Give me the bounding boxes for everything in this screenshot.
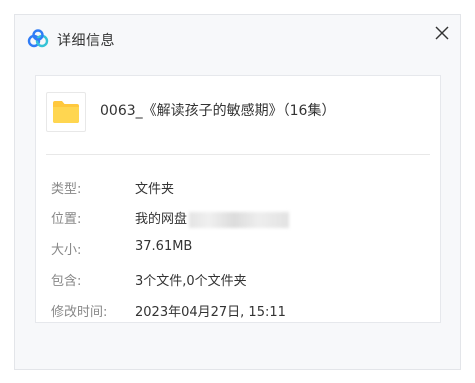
dialog-titlebar: 详细信息 (15, 15, 460, 63)
divider (46, 154, 430, 155)
contains-label: 包含: (51, 274, 82, 289)
size-value: 37.61MB (135, 239, 193, 254)
redacted-path-block (189, 211, 290, 228)
close-icon[interactable] (432, 23, 452, 43)
baidu-netdisk-logo-icon (27, 29, 49, 48)
location-value-wrap: 我的网盘 (135, 208, 290, 228)
type-value: 文件夹 (135, 182, 175, 197)
modified-label: 修改时间: (51, 305, 108, 320)
folder-icon (53, 101, 79, 123)
file-thumbnail (46, 92, 86, 132)
type-label: 类型: (51, 182, 82, 197)
size-label: 大小: (51, 243, 82, 258)
dialog-title: 详细信息 (57, 33, 115, 49)
details-card: 0063_《解读孩子的敏感期》（16集） 类型: 文件夹 位置: 我的网盘 大小… (35, 75, 441, 323)
location-label: 位置: (51, 212, 82, 227)
location-value[interactable]: 我的网盘 (135, 212, 187, 227)
details-dialog: 详细信息 0063_《解读孩子的敏感期》（16集） 类型: 文件夹 位置: 我的… (14, 14, 461, 370)
contains-value: 3个文件,0个文件夹 (135, 274, 247, 289)
modified-value: 2023年04月27日, 15:11 (135, 305, 286, 320)
file-name: 0063_《解读孩子的敏感期》（16集） (100, 103, 336, 119)
